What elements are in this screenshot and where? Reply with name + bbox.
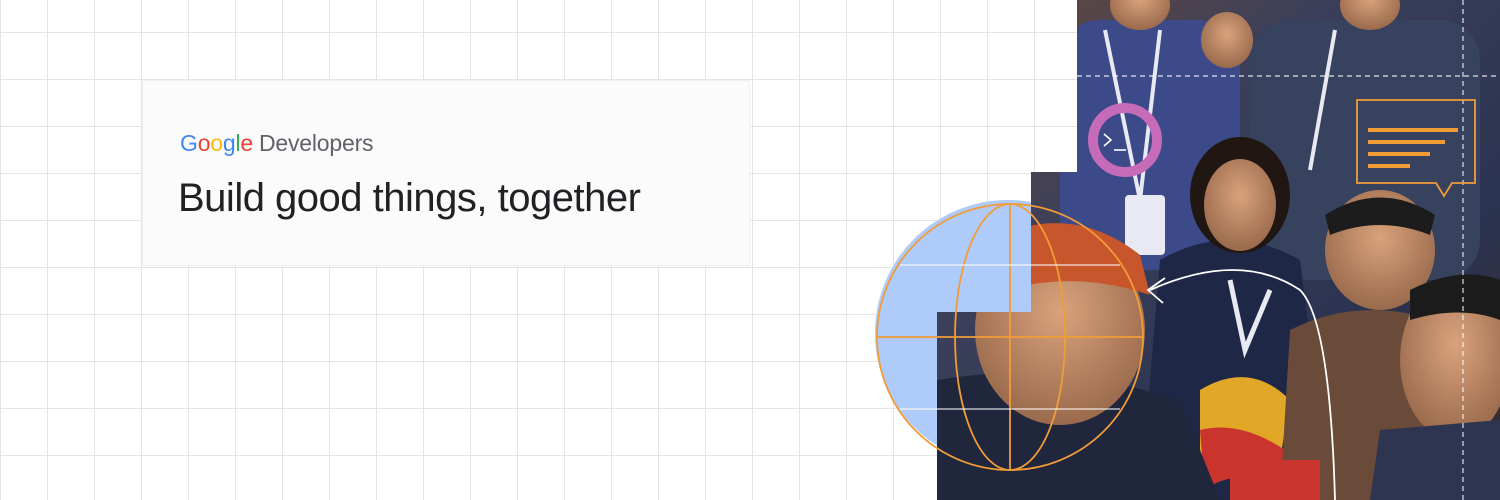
hero-photo-collage <box>875 0 1500 500</box>
